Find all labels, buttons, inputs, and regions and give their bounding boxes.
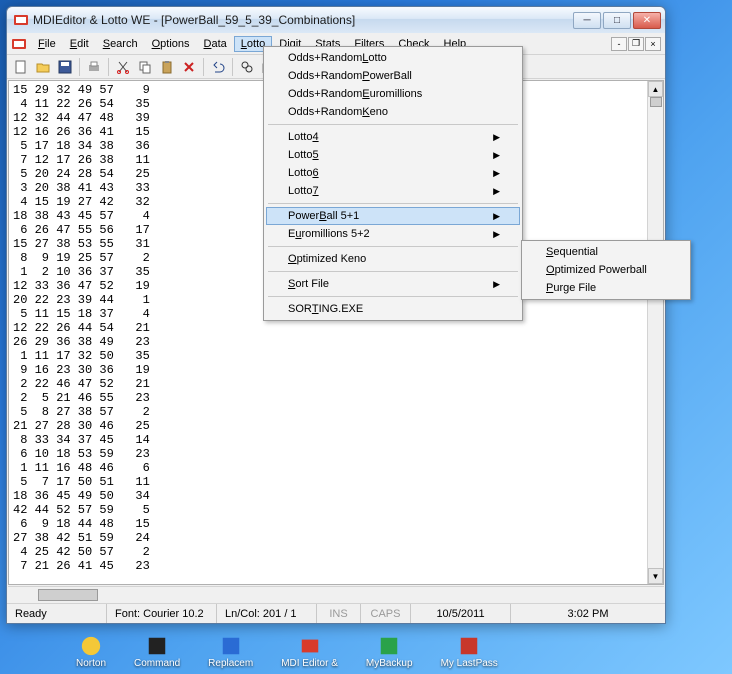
status-ins: INS [317, 604, 361, 623]
menuitem-odds-euro[interactable]: Odds+Random Euromillions [266, 85, 520, 103]
shortcut-replacem[interactable]: Replacem [208, 635, 253, 669]
submenu-arrow-icon: ▶ [493, 229, 500, 240]
undo-icon[interactable] [208, 57, 228, 77]
mdi-controls: - ❐ × [611, 37, 661, 51]
horizontal-scrollbar[interactable] [8, 586, 664, 602]
menuitem-odds-powerball[interactable]: Odds+Random PowerBall [266, 67, 520, 85]
toolbar-separator [203, 58, 204, 76]
menuitem-lotto7[interactable]: Lotto 7▶ [266, 182, 520, 200]
menuitem-odds-keno[interactable]: Odds+Random Keno [266, 103, 520, 121]
submenu-arrow-icon: ▶ [493, 279, 500, 290]
statusbar: Ready Font: Courier 10.2 Ln/Col: 201 / 1… [7, 603, 665, 623]
window-title: MDIEditor & Lotto WE - [PowerBall_59_5_3… [33, 13, 573, 27]
hscroll-thumb[interactable] [38, 589, 98, 601]
menu-search[interactable]: Search [96, 36, 145, 52]
delete-icon[interactable] [179, 57, 199, 77]
status-ready: Ready [7, 604, 107, 623]
powerball-submenu: Sequential Optimized Powerball Purge Fil… [521, 240, 691, 300]
menuitem-sorting-exe[interactable]: SORTING.EXE [266, 300, 520, 318]
shortcut-mybackup[interactable]: MyBackup [366, 635, 413, 669]
toolbar-separator [108, 58, 109, 76]
find-icon[interactable] [237, 57, 257, 77]
maximize-button[interactable]: □ [603, 12, 631, 29]
scroll-down-icon[interactable]: ▼ [648, 568, 663, 584]
menuitem-lotto6[interactable]: Lotto 6▶ [266, 164, 520, 182]
window-controls: ─ □ ✕ [573, 12, 661, 29]
menu-options[interactable]: Options [145, 36, 197, 52]
shortcut-command[interactable]: Command [134, 635, 180, 669]
mdi-restore[interactable]: ❐ [628, 37, 644, 51]
mdi-close[interactable]: × [645, 37, 661, 51]
menu-separator [268, 124, 518, 125]
submenu-arrow-icon: ▶ [493, 186, 500, 197]
menuitem-lotto5[interactable]: Lotto 5▶ [266, 146, 520, 164]
status-font: Font: Courier 10.2 [107, 604, 217, 623]
menu-separator [268, 246, 518, 247]
submenu-arrow-icon: ▶ [493, 168, 500, 179]
desktop-shortcuts: Norton Command Replacem MDI Editor & MyB… [0, 632, 732, 672]
new-file-icon[interactable] [11, 57, 31, 77]
submenu-arrow-icon: ▶ [493, 211, 500, 222]
status-time: 3:02 PM [511, 604, 665, 623]
cut-icon[interactable] [113, 57, 133, 77]
menuitem-optimized-keno[interactable]: Optimized Keno [266, 250, 520, 268]
submenu-purge-file[interactable]: Purge File [524, 279, 688, 297]
minimize-button[interactable]: ─ [573, 12, 601, 29]
submenu-sequential[interactable]: Sequential [524, 243, 688, 261]
scroll-thumb[interactable] [650, 97, 662, 107]
close-button[interactable]: ✕ [633, 12, 661, 29]
shortcut-norton[interactable]: Norton [76, 635, 106, 669]
menu-file[interactable]: File [31, 36, 63, 52]
menuitem-powerball51[interactable]: PowerBall 5+1▶ [266, 207, 520, 225]
app-icon-small [11, 36, 27, 52]
menuitem-euro52[interactable]: Euromillions 5+2▶ [266, 225, 520, 243]
menu-separator [268, 296, 518, 297]
submenu-arrow-icon: ▶ [493, 150, 500, 161]
menuitem-lotto4[interactable]: Lotto 4▶ [266, 128, 520, 146]
copy-icon[interactable] [135, 57, 155, 77]
toolbar-separator [232, 58, 233, 76]
status-date: 10/5/2011 [411, 604, 511, 623]
app-icon [13, 12, 29, 28]
submenu-arrow-icon: ▶ [493, 132, 500, 143]
scroll-up-icon[interactable]: ▲ [648, 81, 663, 97]
shortcut-lastpass[interactable]: My LastPass [441, 635, 498, 669]
open-file-icon[interactable] [33, 57, 53, 77]
menuitem-odds-lotto[interactable]: Odds+Random Lotto [266, 49, 520, 67]
vertical-scrollbar[interactable]: ▲ ▼ [647, 81, 663, 584]
lotto-dropdown: Odds+Random Lotto Odds+Random PowerBall … [263, 46, 523, 321]
status-caps: CAPS [361, 604, 411, 623]
menu-separator [268, 203, 518, 204]
menu-data[interactable]: Data [197, 36, 234, 52]
submenu-optimized-powerball[interactable]: Optimized Powerball [524, 261, 688, 279]
menu-edit[interactable]: Edit [63, 36, 96, 52]
save-icon[interactable] [55, 57, 75, 77]
shortcut-mdieditor[interactable]: MDI Editor & [281, 635, 338, 669]
paste-icon[interactable] [157, 57, 177, 77]
print-icon[interactable] [84, 57, 104, 77]
titlebar[interactable]: MDIEditor & Lotto WE - [PowerBall_59_5_3… [7, 7, 665, 33]
menu-separator [268, 271, 518, 272]
status-lncol: Ln/Col: 201 / 1 [217, 604, 317, 623]
menuitem-sort-file[interactable]: Sort File▶ [266, 275, 520, 293]
toolbar-separator [79, 58, 80, 76]
mdi-minimize[interactable]: - [611, 37, 627, 51]
